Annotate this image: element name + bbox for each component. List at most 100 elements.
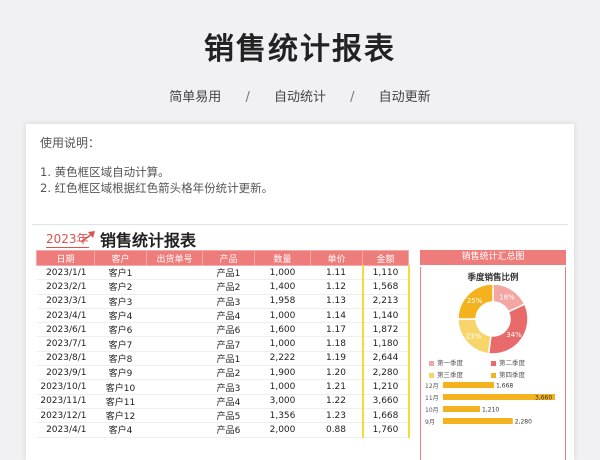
- col-header-amount[interactable]: 金额: [362, 250, 409, 266]
- cell-customer[interactable]: 客户1: [94, 265, 147, 281]
- cell-order-no[interactable]: [146, 265, 203, 281]
- cell-order-no[interactable]: [146, 394, 203, 409]
- cell-product[interactable]: 产品2: [202, 279, 255, 295]
- bar-value-label: 3,660: [535, 395, 552, 402]
- pie-slice-label: 18%: [499, 294, 515, 302]
- col-header-date[interactable]: 日期: [36, 250, 95, 266]
- cell-amount[interactable]: 1,210: [361, 379, 410, 395]
- cell-product[interactable]: 产品3: [202, 294, 255, 309]
- cell-unit-price[interactable]: 1.13: [310, 294, 363, 309]
- cell-unit-price[interactable]: 1.14: [310, 308, 363, 324]
- cell-customer[interactable]: 客户7: [94, 336, 147, 352]
- cell-date[interactable]: 2023/10/1: [36, 379, 95, 395]
- cell-date[interactable]: 2023/2/1: [36, 279, 95, 295]
- cell-quantity[interactable]: 1,000: [254, 308, 311, 324]
- cell-quantity[interactable]: 2,222: [254, 351, 311, 367]
- cell-date[interactable]: 2023/11/1: [36, 394, 95, 409]
- cell-customer[interactable]: 客户4: [94, 308, 147, 324]
- cell-product[interactable]: 产品1: [202, 265, 255, 281]
- cell-quantity[interactable]: 1,400: [254, 279, 311, 295]
- cell-order-no[interactable]: [146, 379, 203, 395]
- cell-unit-price[interactable]: 1.20: [310, 365, 363, 381]
- cell-quantity[interactable]: 1,958: [254, 294, 311, 309]
- cell-quantity[interactable]: 1,000: [254, 379, 311, 395]
- cell-unit-price[interactable]: 1.21: [310, 379, 363, 395]
- cell-quantity[interactable]: 1,900: [254, 365, 311, 381]
- cell-amount[interactable]: 1,110: [361, 265, 410, 281]
- cell-product[interactable]: 产品5: [202, 408, 255, 424]
- cell-unit-price[interactable]: 1.12: [310, 279, 363, 295]
- cell-customer[interactable]: 客户3: [94, 294, 147, 309]
- col-header-quantity[interactable]: 数量: [254, 250, 311, 266]
- cell-unit-price[interactable]: 1.23: [310, 408, 363, 424]
- cell-date[interactable]: 2023/4/1: [36, 308, 95, 324]
- cell-product[interactable]: 产品4: [202, 394, 255, 409]
- summary-panel-title: 销售统计汇总图: [420, 250, 566, 265]
- cell-quantity[interactable]: 1,000: [254, 336, 311, 352]
- col-header-order-no[interactable]: 出货单号: [146, 250, 203, 266]
- cell-date[interactable]: 2023/1/1: [36, 265, 95, 281]
- cell-date[interactable]: 2023/3/1: [36, 294, 95, 309]
- cell-quantity[interactable]: 2,000: [254, 422, 311, 438]
- cell-unit-price[interactable]: 1.17: [310, 322, 363, 338]
- cell-product[interactable]: 产品6: [202, 322, 255, 338]
- cell-customer[interactable]: 客户9: [94, 365, 147, 381]
- cell-date[interactable]: 2023/8/1: [36, 351, 95, 367]
- cell-quantity[interactable]: 1,356: [254, 408, 311, 424]
- cell-amount[interactable]: 1,668: [361, 408, 410, 424]
- cell-product[interactable]: 产品3: [202, 379, 255, 395]
- cell-date[interactable]: 2023/9/1: [36, 365, 95, 381]
- cell-product[interactable]: 产品6: [202, 422, 255, 438]
- cell-customer[interactable]: 客户4: [94, 422, 147, 438]
- cell-amount[interactable]: 3,660: [361, 394, 410, 409]
- cell-unit-price[interactable]: 0.88: [310, 422, 363, 438]
- cell-order-no[interactable]: [146, 279, 203, 295]
- cell-unit-price[interactable]: 1.11: [310, 265, 363, 281]
- cell-order-no[interactable]: [146, 351, 203, 367]
- legend-swatch: [491, 360, 496, 366]
- cell-order-no[interactable]: [146, 422, 203, 438]
- cell-amount[interactable]: 2,280: [361, 365, 410, 381]
- cell-customer[interactable]: 客户11: [94, 394, 147, 409]
- legend-label: 第一季度: [437, 359, 463, 367]
- cell-quantity[interactable]: 1,600: [254, 322, 311, 338]
- cell-order-no[interactable]: [146, 336, 203, 352]
- instructions-title: 使用说明：: [40, 136, 101, 150]
- cell-amount[interactable]: 1,568: [361, 279, 410, 295]
- cell-product[interactable]: 产品2: [202, 365, 255, 381]
- tagline-separator: /: [350, 90, 355, 105]
- cell-order-no[interactable]: [146, 365, 203, 381]
- cell-order-no[interactable]: [146, 308, 203, 324]
- cell-amount[interactable]: 2,213: [361, 294, 410, 309]
- cell-quantity[interactable]: 1,000: [254, 265, 311, 281]
- cell-order-no[interactable]: [146, 322, 203, 338]
- cell-date[interactable]: 2023/7/1: [36, 336, 95, 352]
- cell-unit-price[interactable]: 1.19: [310, 351, 363, 367]
- cell-amount[interactable]: 1,760: [361, 422, 410, 438]
- cell-customer[interactable]: 客户8: [94, 351, 147, 367]
- cell-product[interactable]: 产品1: [202, 351, 255, 367]
- cell-date[interactable]: 2023/6/1: [36, 322, 95, 338]
- cell-order-no[interactable]: [146, 294, 203, 309]
- cell-amount[interactable]: 1,872: [361, 322, 410, 338]
- cell-amount[interactable]: 1,140: [361, 308, 410, 324]
- col-header-product[interactable]: 产品: [202, 250, 255, 266]
- col-header-customer[interactable]: 客户: [94, 250, 147, 266]
- cell-amount[interactable]: 1,180: [361, 336, 410, 352]
- divider: [32, 224, 568, 225]
- summary-panel: 季度销售比例 18% 34% 23% 25% 第一季度 第二季度第三季度 第四季度 12月…: [420, 267, 566, 460]
- cell-customer[interactable]: 客户2: [94, 279, 147, 295]
- cell-date[interactable]: 2023/4/1: [36, 422, 95, 438]
- cell-customer[interactable]: 客户10: [94, 379, 147, 395]
- cell-customer[interactable]: 客户6: [94, 322, 147, 338]
- cell-quantity[interactable]: 3,000: [254, 394, 311, 409]
- cell-order-no[interactable]: [146, 408, 203, 424]
- cell-customer[interactable]: 客户12: [94, 408, 147, 424]
- col-header-unit-price[interactable]: 单价: [310, 250, 363, 266]
- cell-unit-price[interactable]: 1.18: [310, 336, 363, 352]
- cell-product[interactable]: 产品4: [202, 308, 255, 324]
- cell-amount[interactable]: 2,644: [361, 351, 410, 367]
- cell-product[interactable]: 产品7: [202, 336, 255, 352]
- cell-date[interactable]: 2023/12/1: [36, 408, 95, 424]
- cell-unit-price[interactable]: 1.22: [310, 394, 363, 409]
